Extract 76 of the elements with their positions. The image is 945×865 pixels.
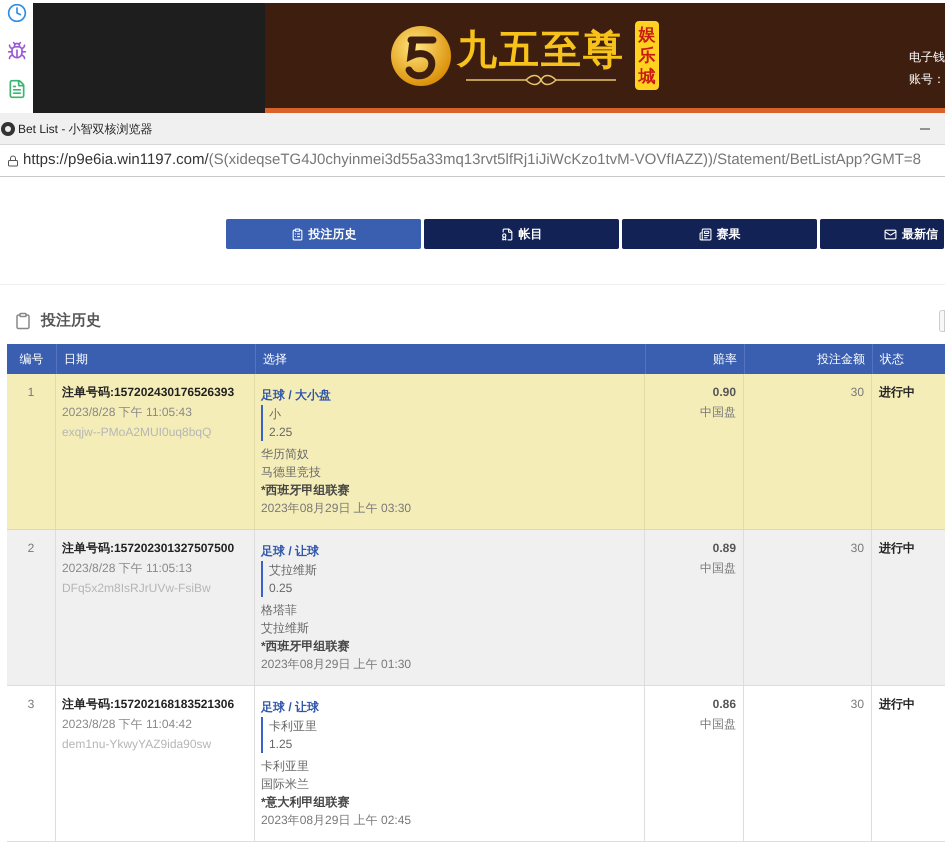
home-team: 格塔菲: [261, 602, 298, 619]
bet-line: 1.25: [269, 736, 294, 753]
tab-icon: [290, 228, 304, 240]
column-header: 选择: [263, 351, 287, 368]
section-title: 投注历史: [41, 310, 101, 331]
account-text: 账号：: [909, 71, 945, 87]
tab-icon: [884, 228, 897, 240]
column-header: 赔率: [713, 351, 737, 368]
brand-name: 九五至尊: [457, 26, 625, 74]
league-name: *西班牙甲组联赛: [261, 482, 351, 499]
bet-row[interactable]: 1 注单号码:157202430176526393 2023/8/28 下午 11:05:43 exqjw--PMoA2MUI0uq8bqQ 足球 / 大小盘 小 2.25 华历简奴 马德里竞技 *西班牙甲组联赛 2023年08月29日 上午 03:30 0.90 中国盘 30 进行中: [7, 374, 945, 530]
league-name: *意大利甲组联赛: [261, 794, 351, 811]
away-team: 国际米兰: [261, 776, 310, 793]
bet-time: 2023/8/28 下午 11:04:42: [62, 716, 193, 733]
home-team: 华历简奴: [261, 446, 310, 463]
odds-type: 中国盘: [700, 404, 736, 421]
bet-status: 进行中: [879, 384, 915, 401]
kickoff-time: 2023年08月29日 上午 01:30: [261, 656, 412, 673]
market-title: 足球 / 让球: [261, 543, 320, 560]
nav-tab[interactable]: 投注历史: [226, 219, 421, 249]
logo-coin-icon: [389, 24, 453, 88]
odds-value: 0.89: [712, 540, 736, 557]
ticket-number: 注单号码:157202430176526393: [62, 384, 236, 401]
account-text: 电子钱: [909, 49, 945, 65]
bet-row[interactable]: 3 注单号码:157202168183521306 2023/8/28 下午 11:04:42 dem1nu-YkwyYAZ9ida90sw 足球 / 让球 卡利亚里 1.25 卡利亚里 国际米兰 *意大利甲组联赛 2023年08月29日 上午 02:45 0.86 中国盘 30 进行中: [7, 686, 945, 842]
market-title: 足球 / 大小盘: [261, 387, 332, 404]
row-number: 1: [28, 384, 34, 401]
bet-pick: 艾拉维斯: [269, 562, 318, 579]
bet-line: 2.25: [269, 424, 294, 441]
nav-tab[interactable]: 赛果: [622, 219, 817, 249]
nav-tab[interactable]: 最新信: [820, 219, 944, 249]
odds-value: 0.86: [712, 696, 736, 713]
brand-badge: 娱乐城: [635, 21, 659, 90]
document-icon[interactable]: [6, 79, 26, 99]
stake-amount: 30: [850, 384, 864, 401]
home-team: 卡利亚里: [261, 758, 310, 775]
bet-reference: DFq5x2m8IsRJrUVw-FsiBw: [62, 580, 212, 597]
stake-amount: 30: [850, 540, 864, 557]
kickoff-time: 2023年08月29日 上午 02:45: [261, 812, 412, 829]
tab-icon: [500, 228, 514, 240]
kickoff-time: 2023年08月29日 上午 03:30: [261, 500, 412, 517]
column-header: 日期: [64, 351, 88, 368]
stake-amount: 30: [850, 696, 864, 713]
nav-tab[interactable]: 帐目: [424, 219, 619, 249]
bet-line: 0.25: [269, 580, 294, 597]
bet-row[interactable]: 2 注单号码:157202301327507500 2023/8/28 下午 11:05:13 DFq5x2m8IsRJrUVw-FsiBw 足球 / 让球 艾拉维斯 0.25 格塔菲 艾拉维斯 *西班牙甲组联赛 2023年08月29日 上午 01:30 0.89 中国盘 30 进行中: [7, 530, 945, 686]
window-title: Bet List - 小智双核浏览器: [18, 120, 153, 138]
bet-pick: 卡利亚里: [269, 718, 318, 735]
bet-pick: 小: [269, 406, 282, 423]
away-team: 艾拉维斯: [261, 620, 310, 637]
tab-icon: [698, 228, 712, 240]
away-team: 马德里竞技: [261, 464, 322, 481]
odds-type: 中国盘: [700, 716, 736, 733]
market-title: 足球 / 让球: [261, 699, 320, 716]
bet-status: 进行中: [879, 696, 915, 713]
ticket-number: 注单号码:157202168183521306: [62, 696, 236, 713]
column-header: 投注金额: [817, 351, 865, 368]
clipboard-icon: [14, 312, 32, 330]
row-number: 2: [28, 540, 34, 557]
row-number: 3: [28, 696, 34, 713]
minimize-icon[interactable]: [920, 128, 930, 130]
odds-value: 0.90: [712, 384, 736, 401]
odds-type: 中国盘: [700, 560, 736, 577]
column-header: 状态: [880, 351, 904, 368]
league-name: *西班牙甲组联赛: [261, 638, 351, 655]
url-text: https://p9e6ia.win1197.com/(S(xideqseTG4J0chyinmei3d55a33mq13rvt5lfRj1iJiWcKzo1tvM-VOVfIAZZ))/Statement/BetListApp?GMT=8: [23, 150, 922, 170]
bug-icon[interactable]: [6, 41, 26, 61]
bet-reference: exqjw--PMoA2MUI0uq8bqQ: [62, 424, 212, 441]
bet-time: 2023/8/28 下午 11:05:43: [62, 404, 193, 421]
clock-icon[interactable]: [6, 3, 26, 23]
column-header: 编号: [20, 351, 44, 368]
bet-time: 2023/8/28 下午 11:05:13: [62, 560, 193, 577]
bet-status: 进行中: [879, 540, 915, 557]
bet-reference: dem1nu-YkwyYAZ9ida90sw: [62, 736, 212, 753]
ticket-number: 注单号码:157202301327507500: [62, 540, 236, 557]
lock-icon: [7, 154, 19, 166]
